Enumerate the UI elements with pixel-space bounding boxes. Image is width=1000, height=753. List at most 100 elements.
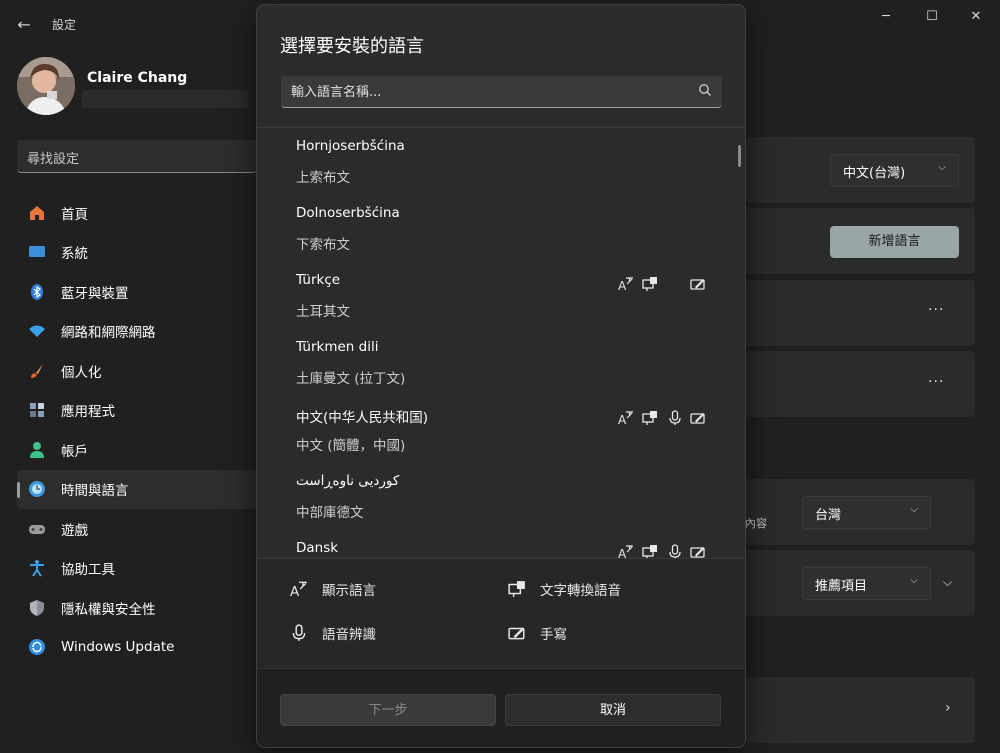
update-icon	[27, 637, 47, 657]
sidebar-item-label: Windows Update	[61, 639, 175, 656]
display-language-dropdown[interactable]: 中文(台灣) ⌵	[830, 154, 959, 187]
list-item[interactable]: Türkmen dili 土庫曼文 (拉丁文)	[257, 329, 727, 395]
time-language-icon	[27, 479, 47, 499]
settings-search-input[interactable]: 尋找設定	[17, 140, 257, 173]
cancel-button[interactable]: 取消	[505, 694, 721, 726]
sidebar-item-apps[interactable]: 應用程式	[17, 391, 257, 431]
legend-display-language: A 顯示語言	[290, 579, 376, 599]
language-native-name: کوردیی ناوەڕاست	[296, 473, 400, 489]
expand-chevron-icon[interactable]: ⌵	[943, 575, 952, 590]
sidebar-item-label: 首頁	[61, 206, 88, 223]
chevron-right-icon[interactable]: ›	[945, 700, 951, 716]
language-localized-name: 中文 (簡體，中國)	[296, 438, 406, 454]
bluetooth-icon	[27, 282, 47, 302]
sidebar-item-system[interactable]: 系統	[17, 233, 257, 273]
sidebar-item-label: 帳戶	[61, 443, 88, 460]
wifi-icon	[27, 321, 47, 341]
install-language-dialog: 選擇要安裝的語言 Hornjoserbšćina 上索布文 Dolnoserbš…	[256, 4, 746, 748]
display-language-icon: A	[290, 581, 307, 598]
language-native-name: Hornjoserbšćina	[296, 138, 405, 154]
list-item[interactable]: 中文(中华人民共和国) 中文 (簡體，中國) A	[257, 396, 727, 462]
minimize-button[interactable]: ─	[866, 8, 906, 26]
sidebar-item-home[interactable]: 首頁	[17, 193, 257, 233]
microphone-icon	[669, 544, 681, 558]
legend-text-to-speech: 文字轉換語音	[508, 579, 621, 599]
svg-text:A: A	[618, 279, 627, 292]
list-item[interactable]: Türkçe 土耳其文 A	[257, 262, 727, 328]
legend-speech-recognition: 語音辨識	[290, 623, 376, 643]
language-native-name: Dansk	[296, 540, 339, 556]
list-item[interactable]: کوردیی ناوەڕاست 中部庫德文	[257, 463, 727, 529]
legend-label: 語音辨識	[322, 627, 376, 643]
legend-label: 顯示語言	[322, 583, 376, 599]
language-native-name: 中文(中华人民共和国)	[296, 410, 429, 426]
regional-format-dropdown[interactable]: 推薦項目 ⌵	[802, 567, 931, 600]
text-to-speech-icon	[642, 277, 657, 291]
sidebar-item-label: 協助工具	[61, 562, 115, 579]
sidebar-item-bluetooth[interactable]: 藍牙與裝置	[17, 272, 257, 312]
chevron-down-icon: ⌵	[910, 575, 918, 586]
sidebar-item-privacy[interactable]: 隱私權與安全性	[17, 588, 257, 628]
display-language-icon: A	[618, 277, 633, 292]
sidebar-item-label: 網路和網際網路	[61, 325, 156, 342]
dialog-title: 選擇要安裝的語言	[280, 36, 424, 57]
text-to-speech-icon	[508, 581, 525, 597]
list-item[interactable]: Hornjoserbšćina 上索布文	[257, 128, 727, 194]
language-localized-name: 土耳其文	[296, 304, 350, 320]
sidebar-item-label: 應用程式	[61, 404, 115, 421]
language-native-name: Türkmen dili	[296, 339, 379, 355]
handwriting-icon	[690, 547, 705, 558]
settings-search-placeholder: 尋找設定	[27, 152, 80, 167]
gaming-icon	[27, 519, 47, 539]
legend-label: 文字轉換語音	[540, 583, 621, 599]
sidebar-item-accessibility[interactable]: 協助工具	[17, 549, 257, 589]
add-language-button[interactable]: 新增語言	[830, 226, 959, 258]
shield-icon	[27, 598, 47, 618]
sidebar-item-personalization[interactable]: 個人化	[17, 351, 257, 391]
text-to-speech-icon	[642, 545, 657, 558]
sidebar-item-gaming[interactable]: 遊戲	[17, 509, 257, 549]
sidebar-item-network[interactable]: 網路和網際網路	[17, 312, 257, 352]
language-localized-name: 中部庫德文	[296, 505, 364, 521]
back-button[interactable]: ←	[10, 12, 38, 38]
handwriting-icon	[690, 279, 705, 290]
display-language-icon: A	[618, 411, 633, 426]
maximize-button[interactable]: ☐	[912, 8, 952, 26]
app-title: 設定	[52, 18, 77, 32]
language-list: Hornjoserbšćina 上索布文 Dolnoserbšćina 下索布文…	[257, 128, 745, 558]
language-search-field[interactable]	[281, 76, 722, 108]
sidebar-item-label: 系統	[61, 246, 88, 263]
list-item[interactable]: Dolnoserbšćina 下索布文	[257, 195, 727, 261]
region-dropdown[interactable]: 台灣 ⌵	[802, 496, 931, 529]
feature-legend: A 顯示語言 文字轉換語音 語音辨識 手寫	[257, 558, 745, 668]
language-search-input[interactable]	[291, 82, 681, 102]
sidebar-item-label: 藍牙與裝置	[61, 285, 129, 302]
sidebar-item-accounts[interactable]: 帳戶	[17, 430, 257, 470]
sidebar-item-time-language[interactable]: 時間與語言	[17, 469, 257, 509]
search-icon	[699, 84, 711, 96]
profile-email-redacted	[82, 90, 248, 108]
sidebar-item-windows-update[interactable]: Windows Update	[17, 628, 257, 668]
region-value: 台灣	[815, 508, 842, 523]
legend-label: 手寫	[540, 627, 567, 643]
more-options-icon[interactable]: ···	[928, 374, 944, 390]
avatar[interactable]	[17, 57, 75, 115]
svg-text:A: A	[290, 584, 300, 598]
profile-name: Claire Chang	[87, 70, 188, 86]
language-localized-name: 土庫曼文 (拉丁文)	[296, 371, 406, 387]
handwriting-icon	[690, 413, 705, 424]
display-language-value: 中文(台灣)	[843, 166, 906, 181]
more-options-icon[interactable]: ···	[928, 302, 944, 318]
accessibility-icon	[27, 558, 47, 578]
chevron-down-icon: ⌵	[938, 162, 946, 173]
text-to-speech-icon	[642, 411, 657, 425]
dialog-footer: 下一步 取消	[257, 668, 745, 747]
close-button[interactable]: ✕	[956, 8, 996, 26]
sidebar-item-label: 遊戲	[61, 522, 88, 539]
next-button[interactable]: 下一步	[280, 694, 496, 726]
list-item[interactable]: Dansk A	[257, 530, 727, 558]
list-scrollbar[interactable]	[738, 145, 741, 167]
region-note: 內容	[745, 517, 767, 530]
sidebar-item-label: 個人化	[61, 364, 102, 381]
regional-format-value: 推薦項目	[815, 579, 868, 594]
